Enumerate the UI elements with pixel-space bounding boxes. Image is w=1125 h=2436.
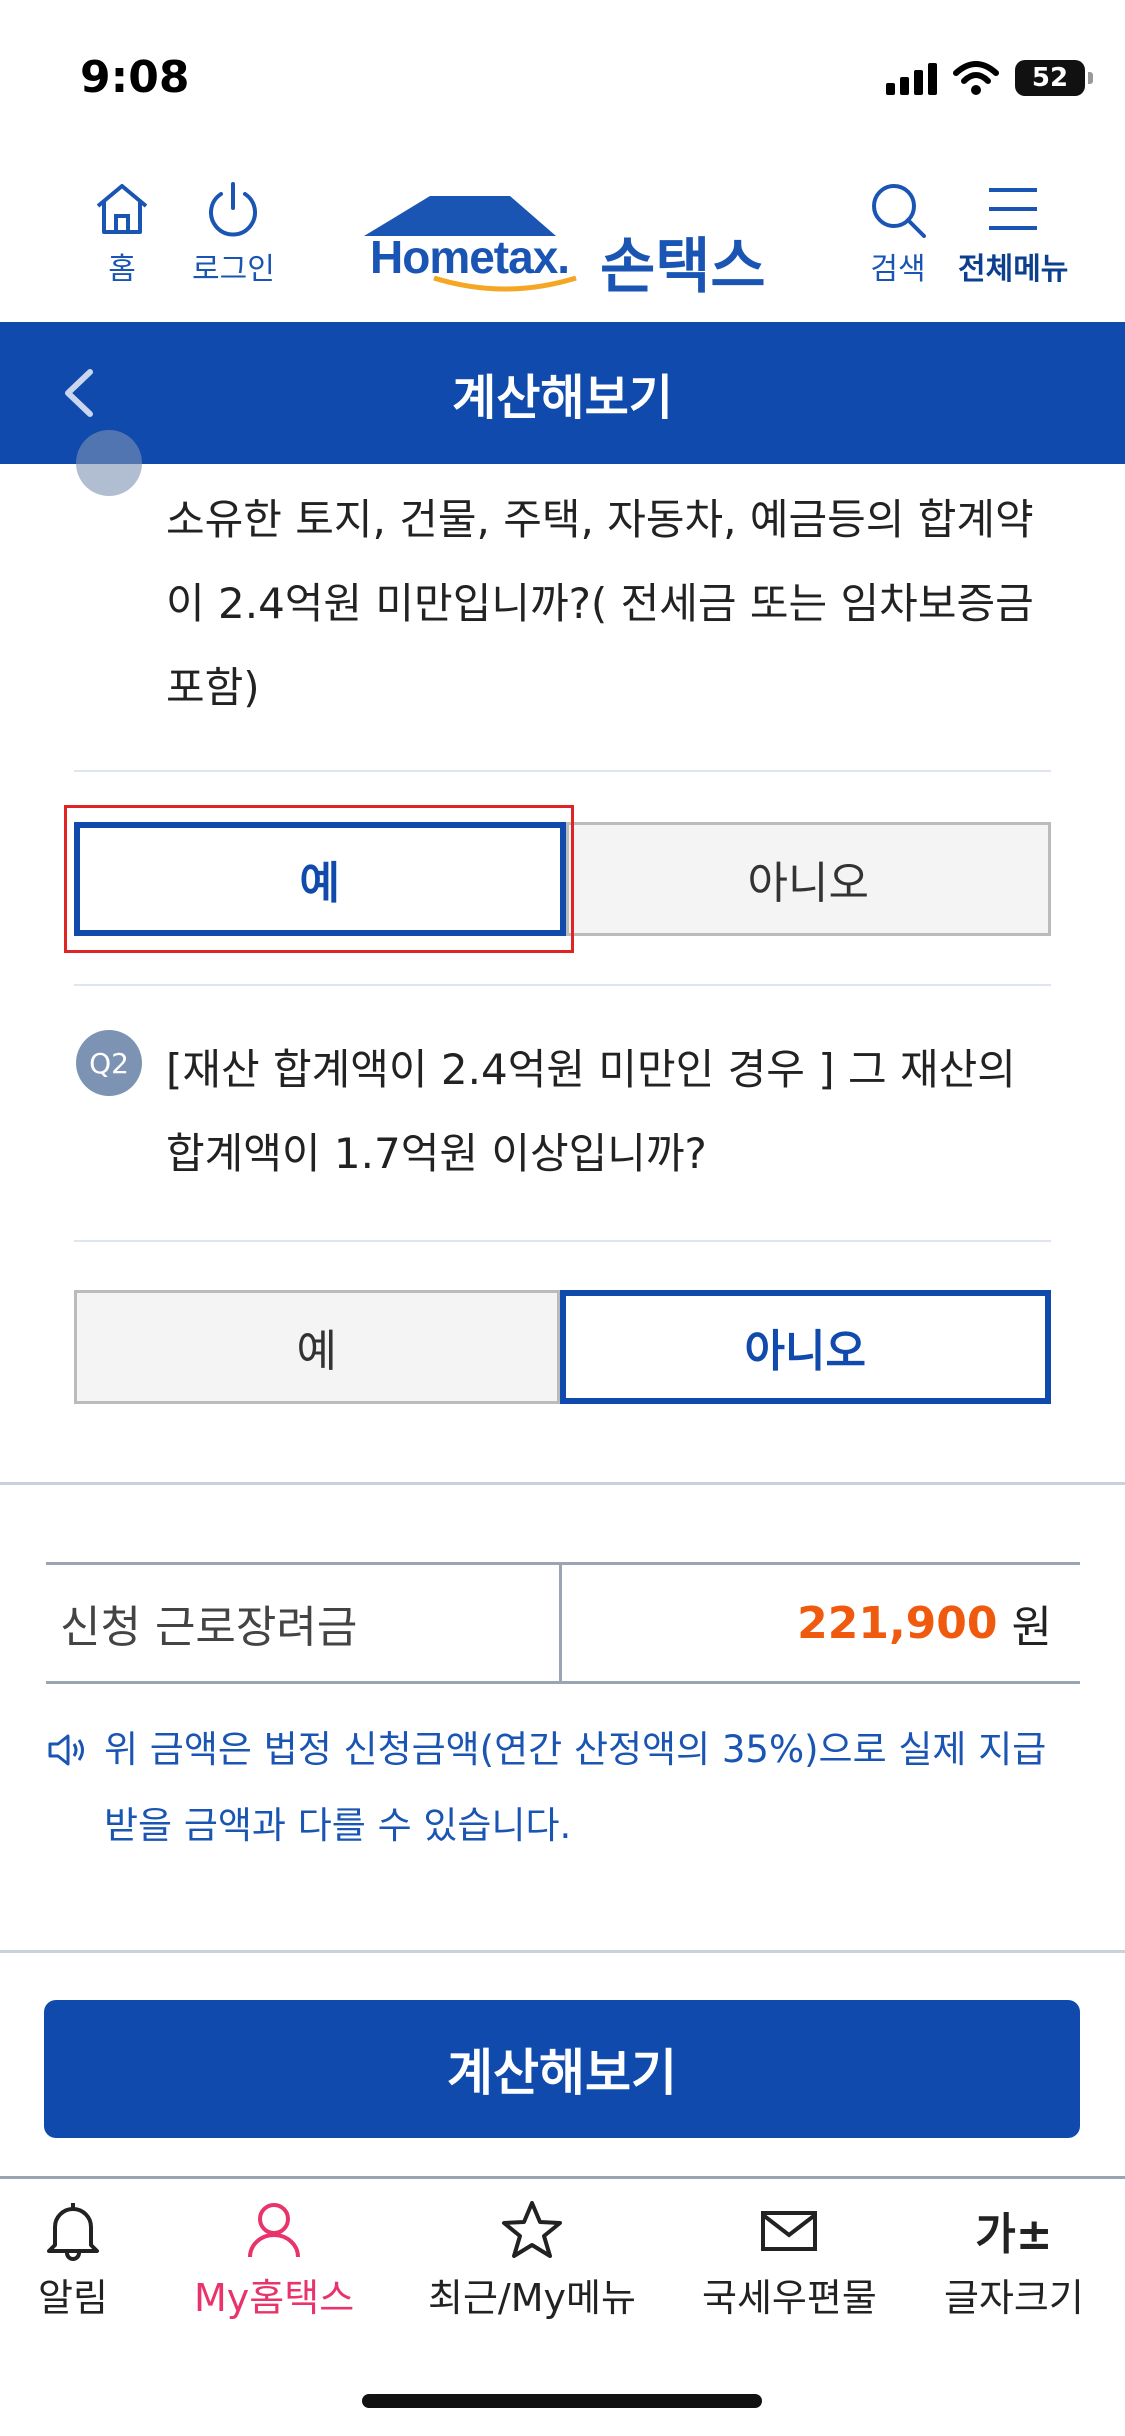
home-label: 홈: [108, 252, 136, 287]
speaker-icon: [48, 1734, 84, 1766]
search-icon: [872, 184, 926, 238]
search-button[interactable]: 검색: [866, 180, 930, 288]
result-unit: 원: [1011, 1602, 1052, 1653]
login-label: 로그인: [192, 252, 275, 287]
page-title: 계산해보기: [452, 370, 673, 426]
result-label: 신청 근로장려금: [46, 1565, 562, 1681]
back-arrow-icon[interactable]: [54, 366, 108, 420]
full-menu-label: 전체메뉴: [958, 252, 1069, 287]
notice-text: 위 금액은 법정 신청금액(연간 산정액의 35%)으로 실제 지급받을 금액과…: [104, 1728, 1047, 1847]
result-amount: 221,900: [797, 1597, 998, 1649]
tab-label: 국세우편물: [702, 2276, 877, 2320]
section-divider: [0, 1950, 1125, 1953]
calculate-button[interactable]: 계산해보기: [44, 2000, 1080, 2138]
home-indicator: [362, 2394, 762, 2408]
star-icon: [501, 2201, 562, 2258]
person-icon: [248, 2203, 301, 2258]
tab-recent-my-menu[interactable]: 최근/My메뉴: [428, 2199, 636, 2322]
status-time: 9:08: [80, 52, 190, 103]
question2-yes-button[interactable]: 예: [74, 1290, 560, 1404]
tab-label: My홈택스: [194, 2276, 355, 2320]
result-value: 221,900 원: [562, 1565, 1080, 1681]
status-icons: 52: [886, 60, 1093, 96]
tab-label: 알림: [38, 2276, 108, 2320]
tab-notifications[interactable]: 알림: [38, 2199, 108, 2322]
question2-badge: Q2: [76, 1030, 142, 1096]
question2-options: 예 아니오: [74, 1290, 1051, 1404]
tab-tax-mail[interactable]: 국세우편물: [702, 2199, 877, 2322]
hamburger-menu-icon: [989, 188, 1038, 230]
full-menu-button[interactable]: 전체메뉴: [958, 180, 1068, 288]
question1-no-button[interactable]: 아니오: [565, 822, 1051, 936]
logo-text: Hometax.: [370, 231, 570, 283]
app-header: 홈 로그인 Hometax. 손택스 검색 전체메뉴: [0, 150, 1125, 322]
tab-my-hometax[interactable]: My홈택스: [194, 2199, 354, 2322]
login-button[interactable]: 로그인: [192, 180, 275, 288]
divider: [74, 770, 1051, 772]
tab-font-size[interactable]: 가± 글자크기: [944, 2199, 1084, 2322]
divider: [74, 984, 1051, 986]
tab-label: 글자크기: [944, 2276, 1084, 2320]
bell-icon: [46, 2203, 99, 2261]
home-button[interactable]: 홈: [92, 180, 152, 288]
question-badge: [76, 430, 142, 496]
question1-text: 소유한 토지, 건물, 주택, 자동차, 예금등의 합계약이 2.4억원 미만입…: [166, 495, 1034, 712]
question2-no-button[interactable]: 아니오: [559, 1290, 1051, 1404]
power-icon: [209, 182, 258, 237]
page-title-bar: 계산해보기: [0, 322, 1125, 464]
selection-highlight: [64, 805, 574, 953]
result-notice: 위 금액은 법정 신청금액(연간 산정액의 35%)으로 실제 지급받을 금액과…: [46, 1712, 1066, 1864]
search-label: 검색: [870, 252, 926, 287]
tab-label: 최근/My메뉴: [428, 2276, 636, 2320]
status-bar: 9:08 52: [0, 0, 1125, 150]
home-icon: [96, 184, 148, 234]
hometax-logo[interactable]: Hometax. 손택스: [360, 190, 770, 302]
divider: [74, 1240, 1051, 1242]
section-divider: [0, 1482, 1125, 1485]
result-row: 신청 근로장려금 221,900 원: [46, 1562, 1080, 1684]
battery-icon: 52: [1015, 60, 1093, 96]
cellular-signal-icon: [886, 61, 937, 95]
mail-icon: [761, 2211, 818, 2251]
question2-text: [재산 합계액이 2.4억원 미만인 경우 ] 그 재산의 합계액이 1.7억원…: [166, 1045, 1016, 1178]
wifi-icon: [953, 61, 999, 95]
logo-korean: 손택스: [600, 232, 766, 302]
font-size-icon: 가±: [975, 2209, 1053, 2260]
